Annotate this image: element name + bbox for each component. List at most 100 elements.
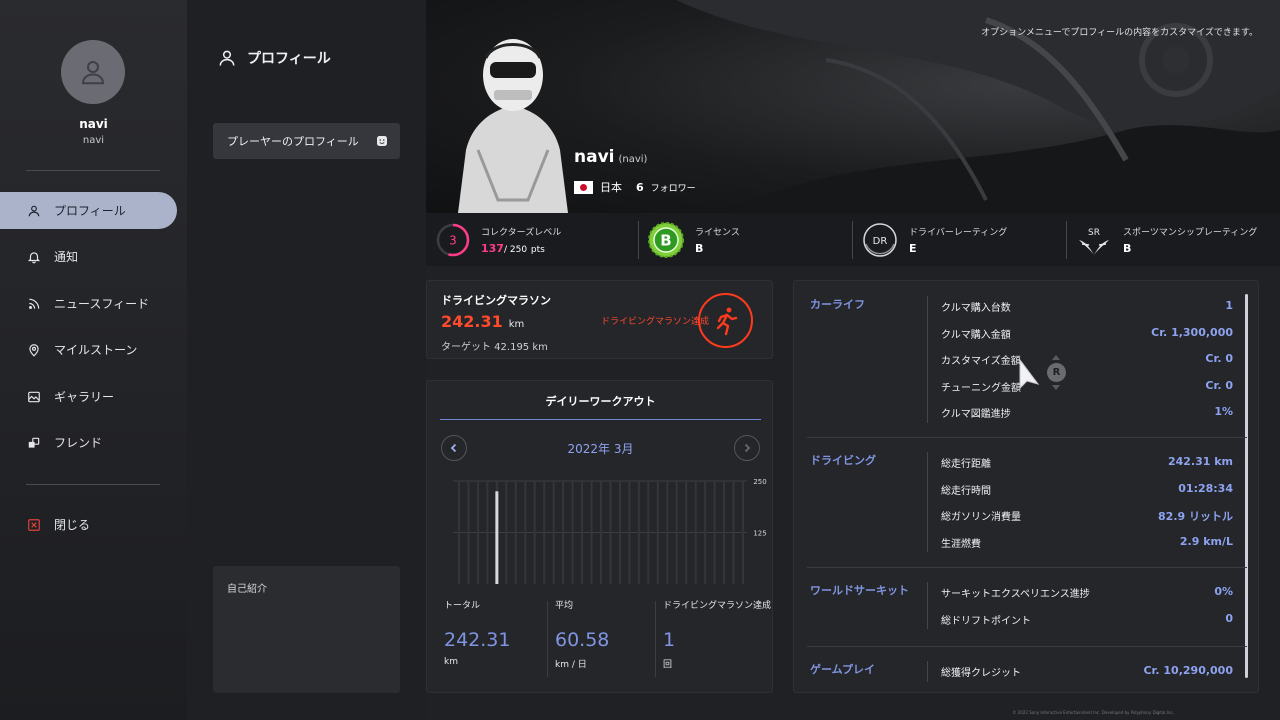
profile-hero-banner: オプションメニューでプロフィールの内容をカスタマイズできます。 navi (nav… — [426, 0, 1280, 213]
r-stick-button[interactable]: R — [1047, 363, 1066, 382]
driving-marathon-card[interactable]: ドライビングマラソン 242.31 km ターゲット 42.195 km ドライビ… — [426, 280, 773, 359]
player-profile-button[interactable]: プレーヤーのプロフィール — [213, 123, 400, 159]
chart-day-track — [590, 481, 593, 584]
player-country: 日本 — [600, 181, 622, 194]
chart-day-track — [704, 481, 707, 584]
chart-day-track — [618, 481, 621, 584]
collector-level-number: 3 — [449, 233, 457, 247]
chart-day-track — [476, 481, 479, 584]
records-row: チューニング金額 Cr. 0 — [941, 379, 1233, 394]
divider — [1066, 221, 1067, 259]
ratings-strip: 3 コレクターズレベル 137/ 250 pts B ライセンス B DR ドラ… — [426, 213, 1280, 266]
records-row: クルマ購入台数 1 — [941, 299, 1233, 314]
chart-day-track — [732, 481, 735, 584]
workout-average-label: 平均 — [555, 601, 574, 611]
records-row-label: サーキットエクスペリエンス進捗 — [941, 589, 1090, 600]
records-row-value: 01:28:34 — [1178, 481, 1233, 495]
self-introduction-label: 自己紹介 — [227, 584, 267, 595]
chart-day-track — [685, 481, 688, 584]
location-pin-icon — [29, 343, 39, 357]
chart-day-track — [524, 481, 527, 584]
sidebar-user-id: navi — [82, 135, 105, 146]
sidebar-item-label: 通知 — [54, 250, 79, 264]
records-row-value: 0% — [1214, 585, 1233, 598]
workout-marathon-count-label: ドライビングマラソン達成 — [663, 601, 772, 611]
records-row: 総獲得クレジット Cr. 10,290,000 — [941, 664, 1233, 679]
marathon-achieved-label: ドライビングマラソン達成 — [601, 317, 710, 327]
driver-rating-value: E — [909, 241, 917, 255]
workout-average: 平均 60.58 km / 日 — [555, 598, 609, 678]
pointer-cursor-icon — [1019, 358, 1040, 390]
sidebar-item-milestones[interactable]: マイルストーン — [0, 331, 177, 368]
chart-day-track — [581, 481, 584, 584]
license-stat[interactable]: B ライセンス B — [648, 213, 740, 266]
sidebar-item-gallery[interactable]: ギャラリー — [0, 378, 177, 415]
marathon-title: ドライビングマラソン — [441, 294, 551, 307]
sidebar-item-friends[interactable]: フレンド — [0, 424, 177, 461]
records-row: 総走行時間 01:28:34 — [941, 482, 1233, 497]
records-row-label: 総ガソリン消費量 — [941, 512, 1021, 523]
chart-day-track — [533, 481, 536, 584]
sidebar-item-label: ギャラリー — [54, 390, 115, 404]
player-name-text: navi — [574, 147, 615, 167]
records-scrollbar[interactable] — [1245, 294, 1248, 678]
person-icon — [219, 50, 235, 66]
driver-rating-label: ドライバーレーティング — [909, 227, 1008, 238]
bell-icon — [27, 251, 41, 263]
close-button[interactable]: 閉じる — [0, 506, 177, 543]
workout-marathon-count: ドライビングマラソン達成 1 回 — [663, 598, 771, 678]
close-label: 閉じる — [54, 518, 91, 532]
records-row-value: Cr. 0 — [1205, 352, 1233, 365]
divider — [852, 221, 853, 259]
profile-menu-column: プロフィール プレーヤーのプロフィール 自己紹介 — [187, 0, 426, 720]
avatar[interactable] — [61, 40, 125, 104]
driver-rating-stat[interactable]: DR ドライバーレーティング E — [862, 213, 1007, 266]
records-row: カスタマイズ金額 Cr. 0 — [941, 352, 1233, 367]
divider — [927, 582, 928, 629]
divider — [807, 567, 1247, 568]
sportsmanship-label: スポーツマンシップレーティング — [1123, 227, 1258, 238]
gallery-icon — [28, 391, 40, 402]
records-row-label: クルマ図鑑進捗 — [941, 409, 1011, 420]
chart-day-track — [505, 481, 508, 584]
person-icon — [81, 61, 105, 85]
driver-rating-badge-text: DR — [873, 236, 888, 247]
rss-icon — [29, 298, 40, 309]
runner-icon — [698, 293, 753, 348]
sidebar-item-newsfeed[interactable]: ニュースフィード — [0, 285, 177, 322]
chart-day-track — [723, 481, 726, 584]
follower-label[interactable]: フォロワー — [651, 181, 696, 194]
player-records-card[interactable]: カーライフ クルマ購入台数 1 クルマ購入金額 Cr. 1,300,000 カスタマイズ金… — [793, 280, 1259, 693]
records-row-value: 82.9 リットル — [1158, 510, 1233, 523]
workout-total-label: トータル — [444, 601, 481, 611]
copyright-notice: © 2022 Sony Interactive Entertainment In… — [1012, 710, 1174, 715]
records-row-value: 0 — [1225, 611, 1233, 625]
divider — [26, 484, 160, 485]
sportsmanship-rating-stat[interactable]: SR スポーツマンシップレーティング B — [1076, 213, 1257, 266]
records-row: サーキットエクスペリエンス進捗 0% — [941, 585, 1233, 600]
player-meta: 日本 6 フォロワー — [574, 179, 696, 195]
records-row: クルマ図鑑進捗 1% — [941, 405, 1233, 420]
customize-hint: オプションメニューでプロフィールの内容をカスタマイズできます。 — [981, 28, 1258, 38]
marathon-distance-value: 242.31 — [441, 312, 503, 331]
records-row-value: 1% — [1214, 405, 1233, 418]
chart-day-track — [562, 481, 565, 584]
collector-level-stat[interactable]: 3 コレクターズレベル 137/ 250 pts — [436, 213, 561, 266]
close-icon — [28, 518, 40, 531]
friends-icon — [28, 437, 40, 448]
divider — [638, 221, 639, 259]
records-row-value: Cr. 0 — [1205, 378, 1233, 392]
sidebar-item-label: フレンド — [54, 436, 103, 450]
workout-marathon-count-unit: 回 — [663, 660, 673, 670]
self-introduction-box[interactable]: 自己紹介 — [213, 566, 400, 693]
records-row-value: 1 — [1225, 299, 1233, 312]
chart-bar-day-5[interactable] — [495, 491, 499, 584]
page-title: プロフィール — [217, 48, 331, 68]
sportsmanship-value: B — [1123, 241, 1132, 255]
sidebar-item-profile[interactable]: プロフィール — [0, 192, 177, 229]
player-handle: (navi) — [618, 154, 648, 165]
records-row-value: 2.9 km/L — [1179, 534, 1233, 548]
sidebar-item-notifications[interactable]: 通知 — [0, 238, 177, 275]
collector-max-points: / 250 — [503, 244, 528, 255]
marathon-distance: 242.31 km — [441, 312, 524, 331]
